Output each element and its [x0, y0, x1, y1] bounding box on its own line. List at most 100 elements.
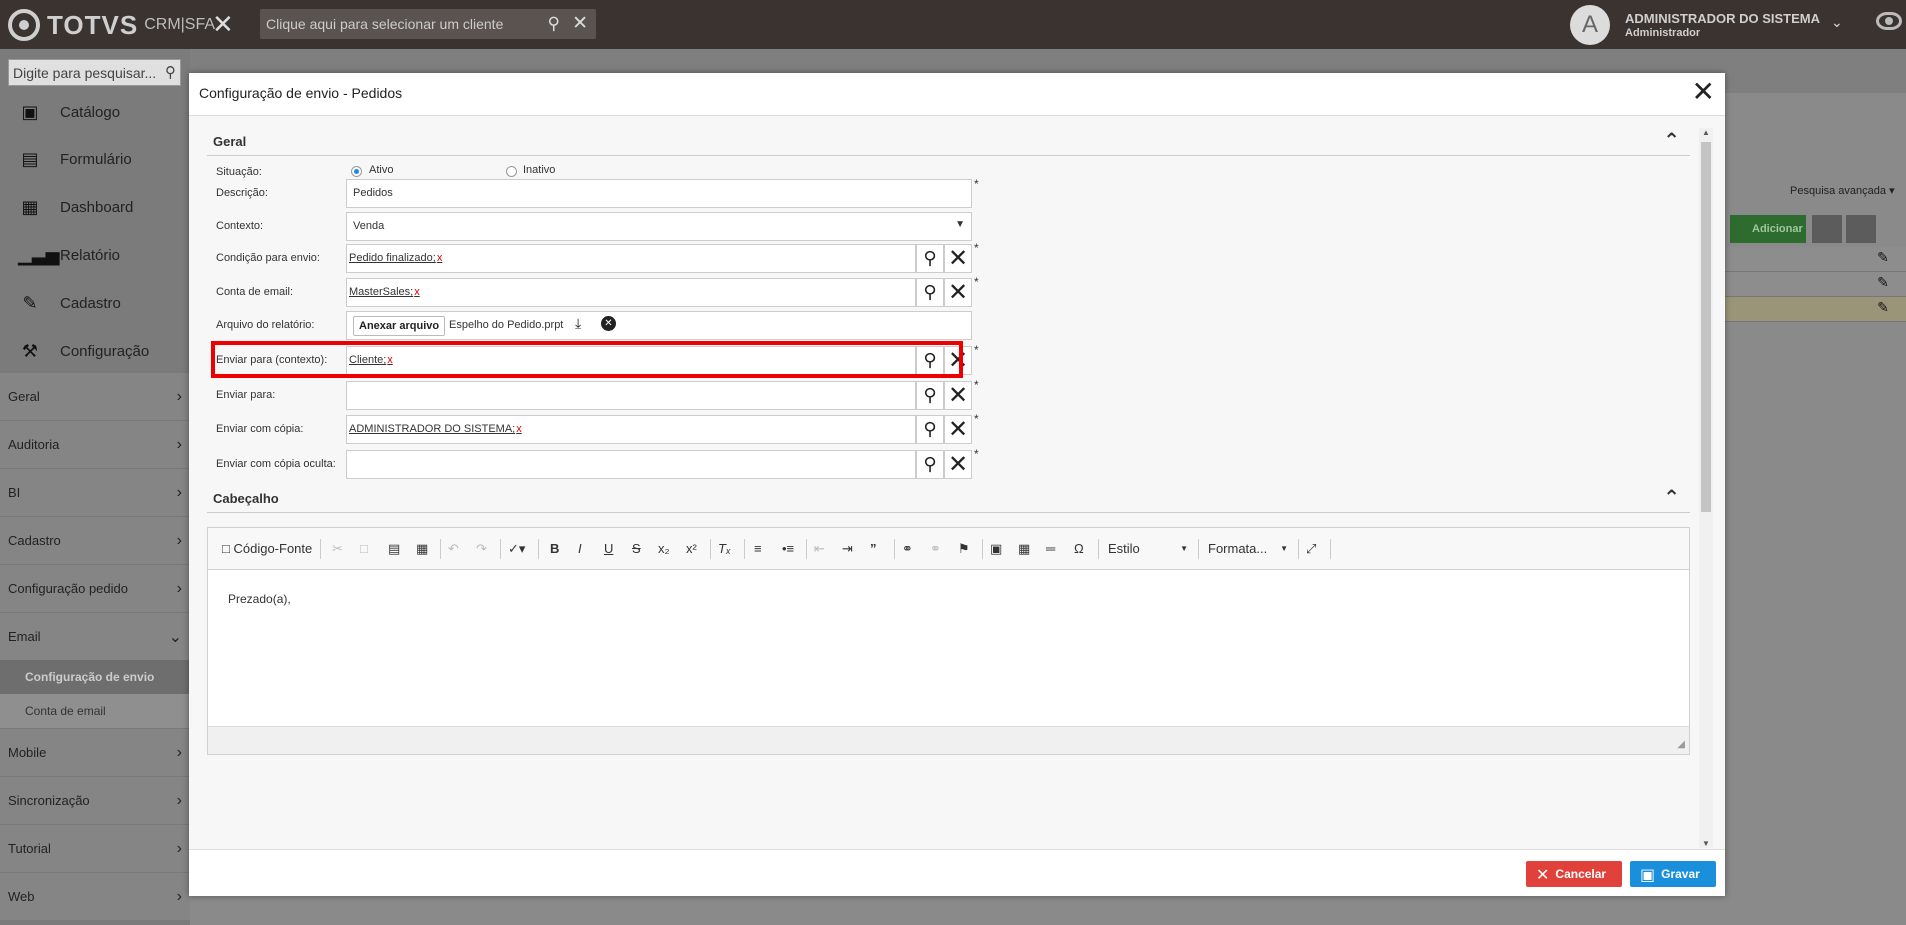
conta-search-button[interactable]: ⚲: [916, 278, 944, 307]
special-char-icon[interactable]: Ω: [1074, 539, 1084, 559]
export-button[interactable]: [1846, 215, 1876, 243]
chevron-down-icon[interactable]: ⌄: [1831, 14, 1843, 31]
client-select-input[interactable]: Clique aqui para selecionar um cliente ⚲…: [260, 9, 596, 39]
italic-icon[interactable]: I: [578, 539, 582, 559]
descricao-input[interactable]: Pedidos: [346, 179, 972, 208]
horizontal-rule-icon[interactable]: ═: [1046, 539, 1055, 559]
sidebar-section-sincronizacao[interactable]: Sincronização ›: [0, 776, 190, 824]
sidebar-section-tutorial[interactable]: Tutorial ›: [0, 824, 190, 872]
lookup-tag[interactable]: MasterSales;x: [349, 286, 420, 298]
pencil-icon[interactable]: ✎: [1872, 299, 1894, 321]
scroll-up-icon[interactable]: ▲: [1702, 128, 1710, 137]
save-button[interactable]: ▣ Gravar: [1630, 861, 1716, 887]
search-icon[interactable]: ⚲: [165, 63, 176, 81]
section-geral-header[interactable]: Geral ⌃: [207, 126, 1690, 156]
lookup-tag[interactable]: ADMINISTRADOR DO SISTEMA;x: [349, 423, 522, 435]
undo-icon[interactable]: ↶: [448, 539, 459, 559]
underline-icon[interactable]: U: [604, 539, 613, 559]
maximize-icon[interactable]: ⤢: [1306, 539, 1316, 559]
eye-icon[interactable]: [1876, 12, 1902, 30]
cut-icon[interactable]: ✂: [332, 539, 343, 559]
image-icon[interactable]: ▣: [990, 539, 1002, 559]
remove-tag-icon[interactable]: x: [516, 423, 522, 435]
chevron-up-icon[interactable]: ⌃: [1663, 128, 1680, 153]
search-icon[interactable]: ⚲: [548, 14, 560, 34]
paste-icon[interactable]: ▤: [388, 539, 400, 559]
numbered-list-icon[interactable]: ≡: [754, 539, 762, 559]
close-icon[interactable]: ✕: [1692, 78, 1715, 106]
bulleted-list-icon[interactable]: •≡: [782, 539, 794, 559]
enviar-copia-oculta-field[interactable]: [346, 450, 916, 479]
sidebar-section-geral[interactable]: Geral ›: [0, 372, 190, 420]
scroll-down-icon[interactable]: ▼: [1702, 839, 1710, 848]
table-icon[interactable]: ▦: [1018, 539, 1030, 559]
remove-tag-icon[interactable]: x: [414, 286, 420, 298]
sidebar-section-cadastro[interactable]: Cadastro ›: [0, 516, 190, 564]
fullscreen-button[interactable]: [1812, 215, 1842, 243]
outdent-icon[interactable]: ⇤: [814, 539, 825, 559]
sidebar-section-web[interactable]: Web ›: [0, 872, 190, 920]
sidebar-section-auditoria[interactable]: Auditoria ›: [0, 420, 190, 468]
unlink-icon[interactable]: ⚭: [930, 539, 941, 559]
lookup-tag[interactable]: Pedido finalizado;x: [349, 252, 442, 264]
enviar-para-clear-button[interactable]: ✕: [944, 381, 972, 410]
remove-tag-icon[interactable]: x: [437, 252, 443, 264]
resize-handle-icon[interactable]: ◢: [1677, 739, 1685, 750]
ativo-radio[interactable]: [351, 166, 362, 177]
sidebar-section-bi[interactable]: BI ›: [0, 468, 190, 516]
enviar-copia-oculta-search-button[interactable]: ⚲: [916, 450, 944, 479]
sidebar-item-relatorio[interactable]: ▁▃▅ Relatório: [0, 232, 190, 279]
cancel-button[interactable]: ✕ Cancelar: [1526, 861, 1622, 887]
indent-icon[interactable]: ⇥: [842, 539, 853, 559]
conta-field[interactable]: MasterSales;x: [346, 278, 916, 307]
logo[interactable]: TOTVS CRM|SFA: [8, 9, 215, 41]
download-icon[interactable]: ⤓: [575, 315, 581, 332]
link-icon[interactable]: ⚭: [902, 539, 913, 559]
sidebar-search-input[interactable]: Digite para pesquisar... ⚲: [8, 59, 181, 86]
anchor-flag-icon[interactable]: ⚑: [958, 539, 970, 559]
style-dropdown[interactable]: Estilo ▼: [1108, 539, 1188, 559]
pencil-icon[interactable]: ✎: [1872, 274, 1894, 296]
sidebar-section-mobile[interactable]: Mobile ›: [0, 728, 190, 776]
close-menu-icon[interactable]: ✕: [212, 10, 234, 38]
sidebar-item-configuracao-envio[interactable]: Configuração de envio: [0, 660, 190, 694]
sidebar-item-catalogo[interactable]: ▣ Catálogo: [0, 89, 190, 136]
condicao-clear-button[interactable]: ✕: [944, 244, 972, 273]
sidebar-section-email[interactable]: Email ⌄: [0, 612, 190, 660]
strikethrough-icon[interactable]: S: [632, 539, 641, 559]
avatar[interactable]: A: [1570, 5, 1610, 45]
sidebar-item-conta-email[interactable]: Conta de email: [0, 694, 190, 728]
pencil-icon[interactable]: ✎: [1872, 249, 1894, 271]
blockquote-icon[interactable]: ”: [870, 539, 877, 559]
user-name[interactable]: ADMINISTRADOR DO SISTEMA: [1625, 11, 1820, 26]
close-icon[interactable]: ✕: [572, 12, 588, 35]
remove-file-icon[interactable]: ✕: [601, 316, 616, 331]
enviar-para-search-button[interactable]: ⚲: [916, 381, 944, 410]
superscript-icon[interactable]: x²: [686, 539, 697, 559]
sidebar-item-dashboard[interactable]: ▦ Dashboard: [0, 184, 190, 231]
attach-file-button[interactable]: Anexar arquivo: [353, 316, 446, 336]
chevron-up-icon[interactable]: ⌃: [1663, 485, 1680, 510]
enviar-copia-oculta-clear-button[interactable]: ✕: [944, 450, 972, 479]
advanced-search-link[interactable]: Pesquisa avançada ▾: [1790, 184, 1895, 197]
sidebar-item-configuracao[interactable]: ⚒ Configuração: [0, 328, 190, 375]
enviar-copia-search-button[interactable]: ⚲: [916, 415, 944, 444]
sidebar-item-cadastro[interactable]: ✎ Cadastro: [0, 280, 190, 327]
scrollbar-thumb[interactable]: [1701, 142, 1711, 512]
bold-icon[interactable]: B: [550, 539, 559, 559]
condicao-field[interactable]: Pedido finalizado;x: [346, 244, 916, 273]
sidebar-section-configuracao-pedido[interactable]: Configuração pedido ›: [0, 564, 190, 612]
paste-text-icon[interactable]: ▦: [416, 539, 428, 559]
inativo-radio[interactable]: [506, 166, 517, 177]
conta-clear-button[interactable]: ✕: [944, 278, 972, 307]
format-dropdown[interactable]: Formata... ▼: [1208, 539, 1288, 559]
add-button[interactable]: Adicionar: [1730, 215, 1806, 243]
sidebar-item-formulario[interactable]: ▤ Formulário: [0, 136, 190, 183]
copy-icon[interactable]: □: [360, 539, 368, 559]
remove-format-icon[interactable]: Tₓ: [718, 539, 731, 559]
subscript-icon[interactable]: x₂: [658, 539, 670, 559]
enviar-para-field[interactable]: [346, 381, 916, 410]
condicao-search-button[interactable]: ⚲: [916, 244, 944, 273]
enviar-copia-clear-button[interactable]: ✕: [944, 415, 972, 444]
enviar-copia-field[interactable]: ADMINISTRADOR DO SISTEMA;x: [346, 415, 916, 444]
